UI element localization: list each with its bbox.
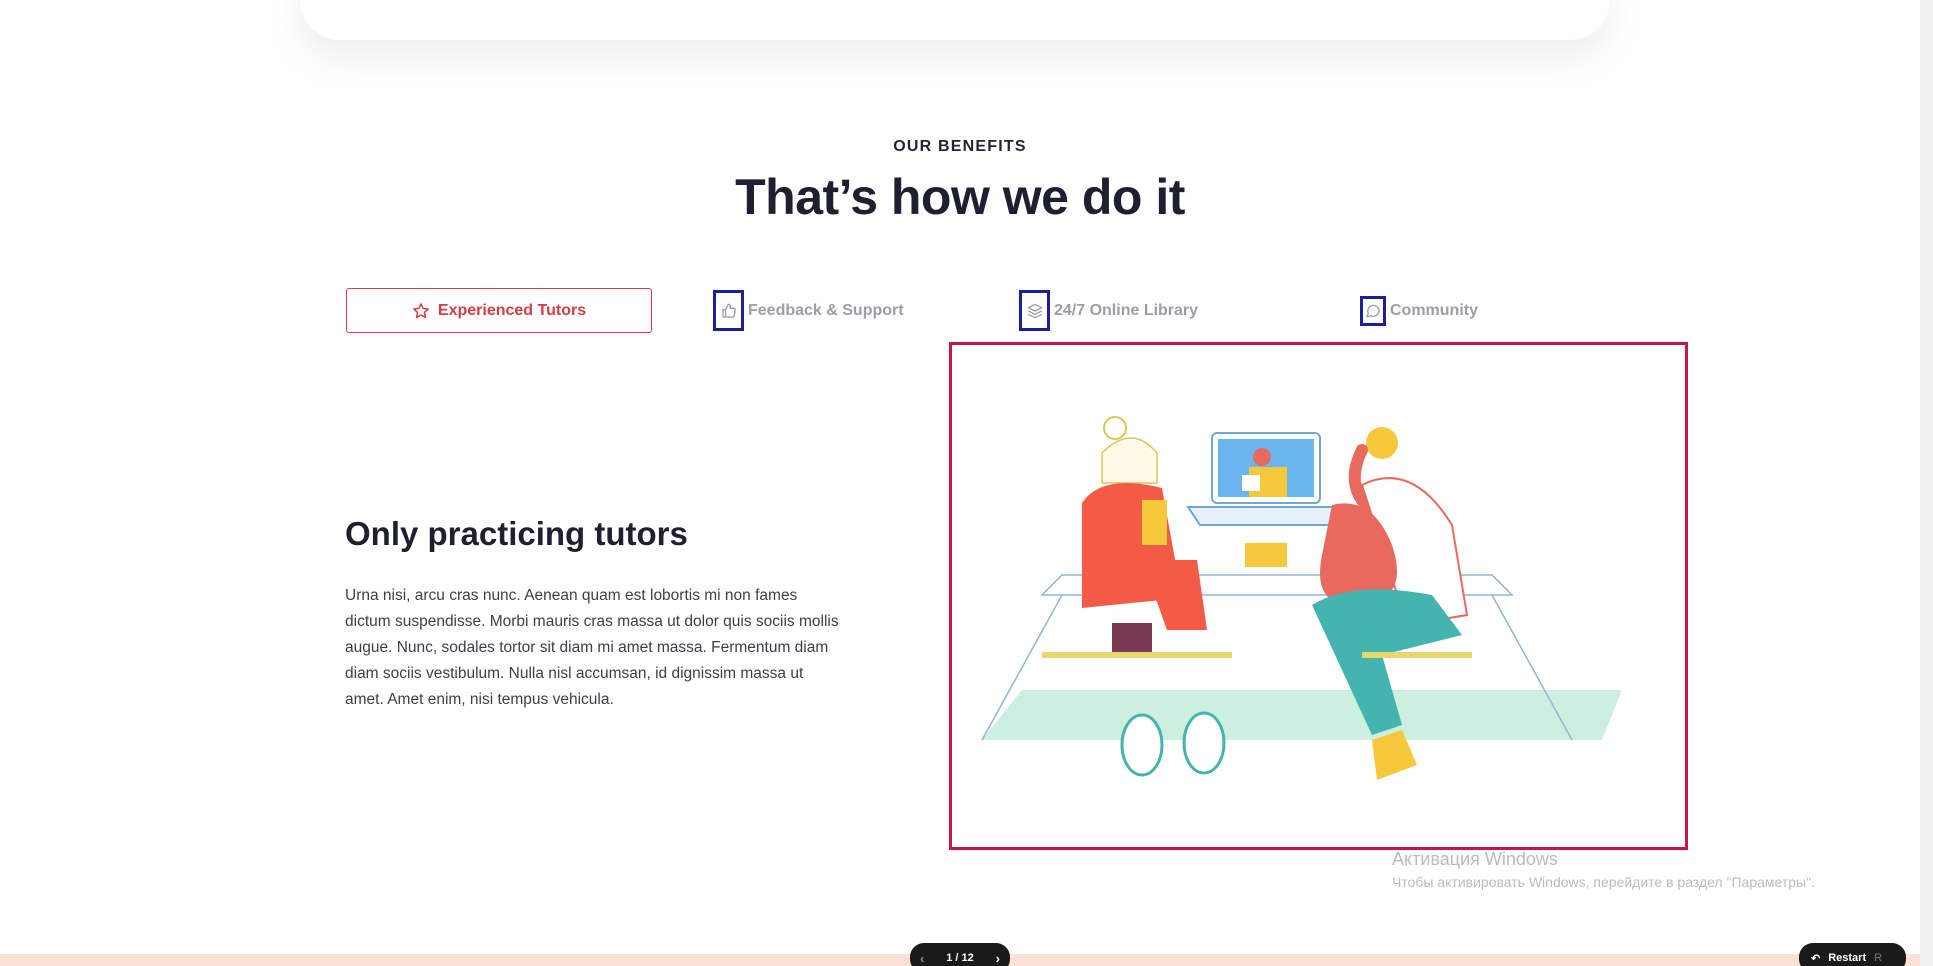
chevron-right-icon[interactable]: › [996, 951, 1000, 966]
watermark-title: Активация Windows [1392, 849, 1558, 869]
content-body: Urna nisi, arcu cras nunc. Aenean quam e… [345, 587, 839, 708]
illustration-frame [949, 342, 1688, 850]
layers-icon [1019, 290, 1050, 331]
watermark-subtitle: Чтобы активировать Windows, перейдите в … [1392, 874, 1815, 890]
content-title: Only practicing tutors [345, 515, 688, 552]
tab-label: Community [1390, 301, 1478, 319]
windows-activation-watermark: Активация Windows Чтобы активировать Win… [1392, 849, 1815, 890]
chat-bubble-icon [1360, 295, 1386, 326]
pager-count: 1 / 12 [946, 952, 974, 964]
star-icon [412, 302, 430, 320]
tab-online-library[interactable]: 24/7 Online Library [1019, 288, 1198, 333]
tutoring-illustration [981, 416, 1622, 780]
tab-label: Experienced Tutors [437, 301, 587, 319]
tab-experienced-tutors[interactable]: Experienced Tutors [346, 288, 652, 333]
tab-label: 24/7 Online Library [1054, 301, 1199, 319]
tab-community[interactable]: Community [1360, 288, 1478, 333]
scrollbar[interactable] [1920, 0, 1933, 966]
chevron-left-icon[interactable]: ‹ [920, 951, 924, 966]
section-eyebrow: OUR BENEFITS [893, 138, 1027, 155]
restart-icon: ↶ [1811, 952, 1821, 965]
restart-label: Restart [1828, 952, 1867, 964]
slide-pager: ‹ 1 / 12 › [910, 943, 1010, 966]
restart-button[interactable]: ↶ Restart R [1799, 943, 1906, 966]
header-shadow [300, 0, 1610, 40]
tab-feedback-support[interactable]: Feedback & Support [713, 288, 904, 333]
restart-shortcut: R [1874, 952, 1883, 964]
thumbs-up-icon [713, 290, 744, 331]
section-title: That’s how we do it [735, 169, 1185, 225]
tab-label: Feedback & Support [748, 301, 904, 319]
